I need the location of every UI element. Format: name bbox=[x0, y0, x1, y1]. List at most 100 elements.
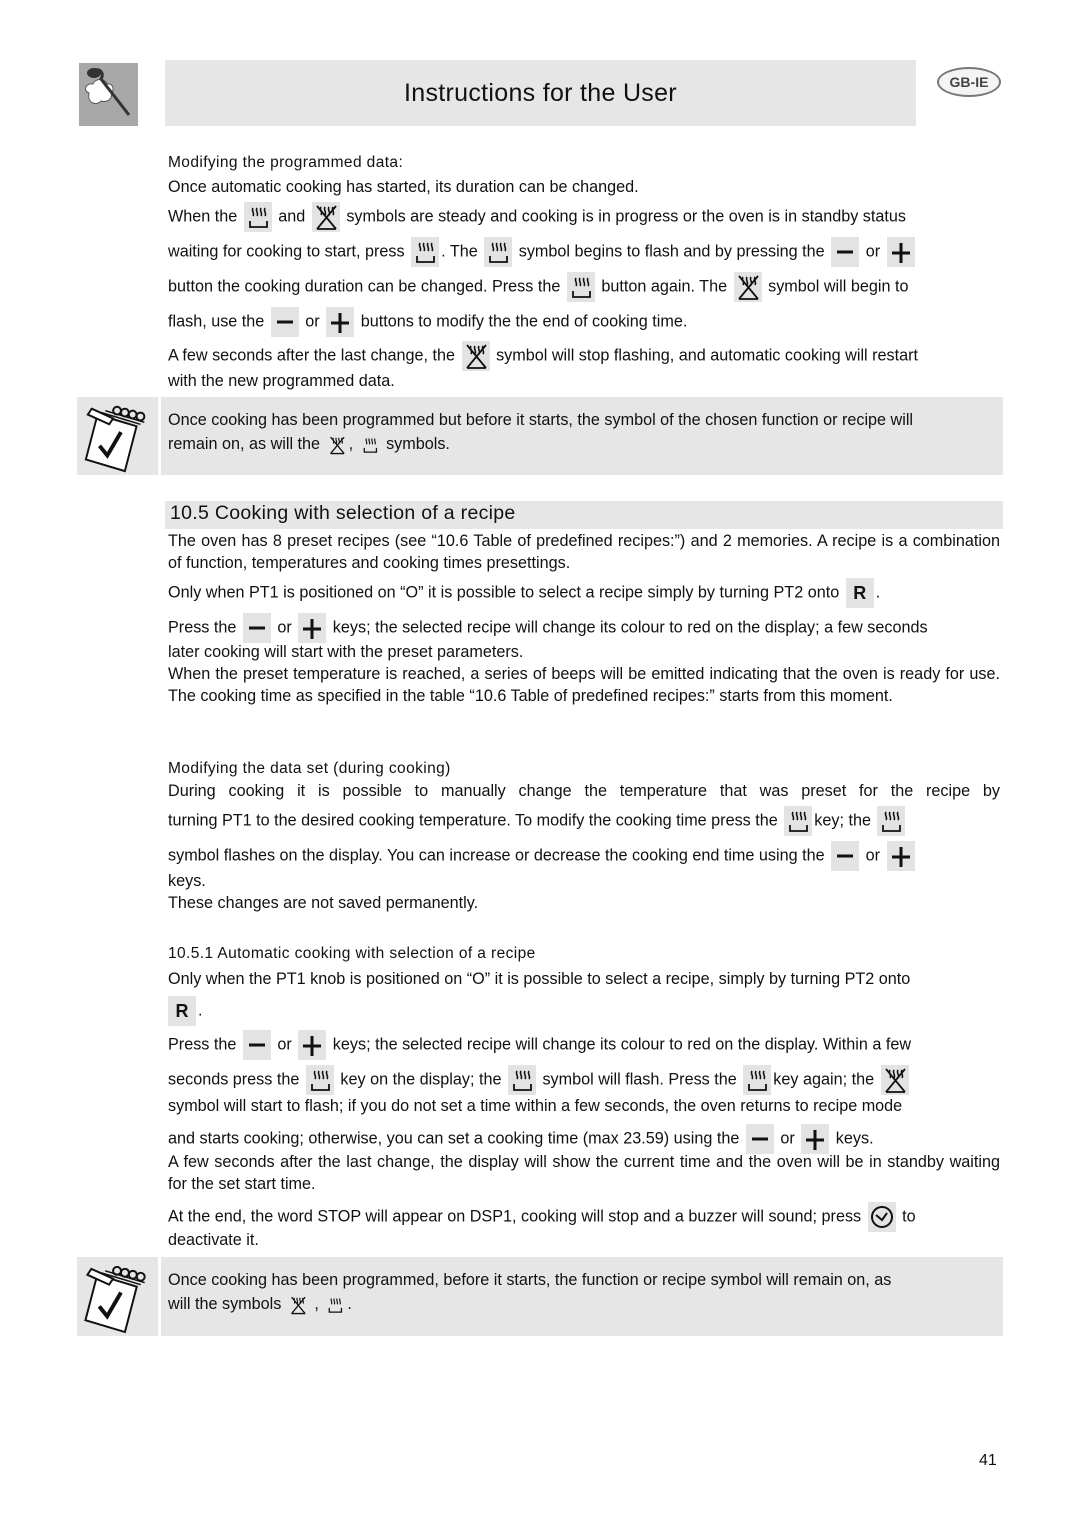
text: and starts cooking; otherwise, you can s… bbox=[168, 1129, 740, 1148]
cooking-duration-icon bbox=[784, 806, 813, 836]
text-line: When the and symbols are steady and cook… bbox=[168, 202, 906, 232]
text-line: with the new programmed data. bbox=[168, 372, 395, 390]
text-line: At the end, the word STOP will appear on… bbox=[168, 1202, 916, 1232]
text: keys; the selected recipe will change it… bbox=[332, 1035, 912, 1054]
text: to bbox=[902, 1207, 916, 1226]
section-heading-bar: 10.5 Cooking with selection of a recipe bbox=[165, 501, 1003, 529]
text-line: Once automatic cooking has started, its … bbox=[168, 178, 639, 196]
subheading: Modifying the data set (during cooking) bbox=[168, 760, 451, 777]
cooking-duration-icon bbox=[360, 434, 380, 456]
text: or bbox=[277, 1035, 292, 1054]
chef-spoon-logo-icon bbox=[79, 63, 138, 126]
cooking-duration-icon bbox=[243, 202, 272, 232]
text: , bbox=[314, 1295, 319, 1313]
minus-icon bbox=[242, 1030, 271, 1060]
text: . bbox=[875, 583, 881, 602]
minus-icon bbox=[270, 307, 299, 337]
text-line: These changes are not saved permanently. bbox=[168, 894, 479, 912]
recipe-key-r-icon: R bbox=[845, 578, 874, 608]
text: symbol will flash. Press the bbox=[542, 1070, 737, 1089]
text-line: symbol flashes on the display. You can i… bbox=[168, 841, 917, 871]
end-cooking-time-icon bbox=[733, 272, 762, 302]
text: button again. The bbox=[601, 277, 728, 296]
cooking-duration-icon bbox=[877, 806, 906, 836]
text: seconds press the bbox=[168, 1070, 300, 1089]
text: key; the bbox=[814, 811, 871, 830]
text-line: seconds press the key on the display; th… bbox=[168, 1065, 911, 1095]
text: waiting for cooking to start, press bbox=[168, 242, 405, 261]
header-bar: Instructions for the User bbox=[165, 60, 916, 126]
end-cooking-time-icon bbox=[880, 1065, 909, 1095]
text: . bbox=[198, 1001, 203, 1020]
text: , bbox=[348, 435, 354, 453]
text-line: Press the or keys; the selected recipe w… bbox=[168, 1030, 911, 1060]
page-title: Instructions for the User bbox=[404, 78, 677, 107]
text-line: flash, use the or buttons to modify the … bbox=[168, 307, 687, 337]
text: key again; the bbox=[773, 1070, 875, 1089]
text-line: keys. bbox=[168, 872, 206, 890]
text-line: symbol will start to flash; if you do no… bbox=[168, 1097, 903, 1115]
text-line: Only when the PT1 knob is positioned on … bbox=[168, 970, 911, 988]
note-text: Once cooking has been programmed but bef… bbox=[168, 411, 914, 429]
text-line: R. bbox=[168, 996, 203, 1026]
text: remain on, as will the bbox=[168, 435, 321, 453]
notepad-check-icon bbox=[77, 397, 161, 475]
end-cooking-time-icon bbox=[327, 434, 347, 456]
text-line: deactivate it. bbox=[168, 1231, 259, 1249]
text: Press the bbox=[168, 618, 237, 637]
paragraph: The oven has 8 preset recipes (see “10.6… bbox=[168, 532, 1000, 572]
text: Press the bbox=[168, 1035, 237, 1054]
text-line: waiting for cooking to start, press . Th… bbox=[168, 237, 917, 267]
text: keys. bbox=[835, 1129, 874, 1148]
subheading: Modifying the programmed data: bbox=[168, 154, 404, 171]
text: will the symbols bbox=[168, 1295, 282, 1313]
text-line: turning PT1 to the desired cooking tempe… bbox=[168, 806, 907, 836]
minus-icon bbox=[242, 613, 271, 643]
notepad-check-icon bbox=[77, 1257, 161, 1336]
end-cooking-time-icon bbox=[461, 341, 490, 371]
text: or bbox=[865, 242, 881, 261]
plus-icon bbox=[298, 1030, 327, 1060]
minus-icon bbox=[745, 1124, 774, 1154]
note-text: Once cooking has been programmed, before… bbox=[168, 1271, 892, 1289]
end-cooking-time-icon bbox=[311, 202, 340, 232]
text: or bbox=[305, 312, 320, 331]
text: symbol will stop flashing, and automatic… bbox=[496, 346, 919, 365]
text: buttons to modify the the end of cooking… bbox=[360, 312, 688, 331]
section-title: 10.5 Cooking with selection of a recipe bbox=[170, 502, 516, 524]
region-badge: GB-IE bbox=[937, 67, 1001, 97]
text-line: and starts cooking; otherwise, you can s… bbox=[168, 1124, 874, 1154]
cooking-duration-icon bbox=[484, 237, 513, 267]
plus-icon bbox=[298, 613, 327, 643]
text-line: Press the or keys; the selected recipe w… bbox=[168, 613, 928, 643]
cooking-duration-icon bbox=[411, 237, 440, 267]
text: or bbox=[277, 618, 292, 637]
subheading: 10.5.1 Automatic cooking with selection … bbox=[168, 945, 536, 962]
minus-icon bbox=[831, 841, 860, 871]
note-text: remain on, as will the , symbols. bbox=[168, 433, 999, 456]
page-number: 41 bbox=[979, 1452, 997, 1469]
text: symbol will begin to bbox=[768, 277, 909, 296]
note-box: Once cooking has been programmed but bef… bbox=[77, 397, 1003, 475]
plus-icon bbox=[886, 841, 915, 871]
paragraph: A few seconds after the last change, the… bbox=[168, 1153, 1000, 1193]
plus-icon bbox=[801, 1124, 830, 1154]
cooking-duration-icon bbox=[743, 1065, 772, 1095]
text: and bbox=[278, 207, 306, 226]
text-line: A few seconds after the last change, the… bbox=[168, 341, 918, 371]
text: symbol begins to flash and by pressing t… bbox=[518, 242, 825, 261]
text: When the bbox=[168, 207, 238, 226]
text-line: later cooking will start with the preset… bbox=[168, 643, 524, 661]
text: button the cooking duration can be chang… bbox=[168, 277, 561, 296]
plus-icon bbox=[886, 237, 915, 267]
text-line: Only when PT1 is positioned on “O” it is… bbox=[168, 578, 880, 608]
cooking-duration-icon bbox=[325, 1294, 345, 1316]
text: Only when PT1 is positioned on “O” it is… bbox=[168, 583, 840, 602]
note-text: will the symbols , . bbox=[168, 1293, 999, 1316]
paragraph: When the preset temperature is reached, … bbox=[168, 665, 1000, 705]
text: A few seconds after the last change, the bbox=[168, 346, 456, 365]
text: or bbox=[780, 1129, 795, 1148]
text: symbol flashes on the display. You can i… bbox=[168, 846, 825, 865]
text: At the end, the word STOP will appear on… bbox=[168, 1207, 862, 1226]
text: . The bbox=[441, 242, 478, 261]
